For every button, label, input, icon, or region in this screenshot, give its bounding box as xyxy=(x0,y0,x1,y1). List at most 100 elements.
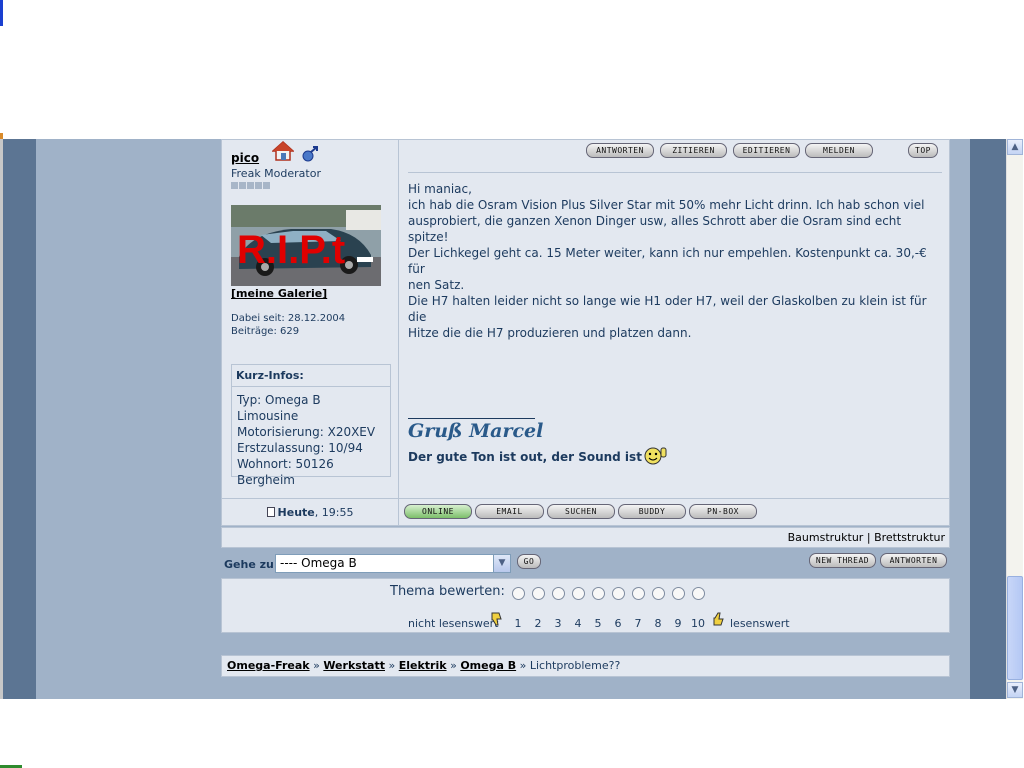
author-username[interactable]: pico xyxy=(231,151,259,165)
rating-number: 3 xyxy=(554,617,562,630)
scroll-down-arrow-icon[interactable]: ▼ xyxy=(1007,682,1023,698)
message-line: nen Satz. xyxy=(408,278,465,292)
short-info-body: Typ: Omega B Limousine Motorisierung: X2… xyxy=(232,387,390,488)
chevron-down-icon[interactable]: ▼ xyxy=(493,555,510,572)
post-count: Beiträge: 629 xyxy=(231,326,300,337)
breadcrumb-elektrik[interactable]: Elektrik xyxy=(399,659,447,672)
info-city: Bergheim xyxy=(237,473,295,487)
thumbs-up-icon xyxy=(713,612,724,626)
left-edge xyxy=(0,139,3,699)
rating-number: 1 xyxy=(514,617,522,630)
rating-label: Thema bewerten: xyxy=(390,584,505,599)
edit-button[interactable]: EDITIEREN xyxy=(733,143,800,158)
signature-name: Gruß Marcel xyxy=(408,420,544,442)
thumbs-up-smiley-icon xyxy=(644,447,667,465)
rating-radio-3[interactable] xyxy=(552,587,565,600)
rating-radio-6[interactable] xyxy=(612,587,625,600)
info-engine: Motorisierung: X20XEV xyxy=(237,425,376,439)
message-line: Hitze die die H7 produzieren und platzen… xyxy=(408,326,692,340)
rating-radio-2[interactable] xyxy=(532,587,545,600)
post-icon xyxy=(266,507,275,517)
author-stats: Dabei seit: 28.12.2004 Beiträge: 629 xyxy=(231,312,345,338)
browser-viewport: pico Freak Moderator R.I.P.t [meine Gale… xyxy=(0,0,1024,768)
online-status-button[interactable]: ONLINE xyxy=(404,504,472,519)
top-button[interactable]: TOP xyxy=(908,143,938,158)
rating-radio-10[interactable] xyxy=(692,587,705,600)
buddy-button[interactable]: BUDDY xyxy=(618,504,686,519)
message-line: ich hab die Osram Vision Plus Silver Sta… xyxy=(408,198,925,212)
short-info-box: Kurz-Infos: Typ: Omega B Limousine Motor… xyxy=(231,364,391,487)
signature-divider xyxy=(408,418,535,419)
scroll-up-arrow-icon[interactable]: ▲ xyxy=(1007,139,1023,155)
thread-rating: Thema bewerten: nicht lesenswert 1 2 3 4… xyxy=(221,578,950,633)
quote-button[interactable]: ZITIEREN xyxy=(660,143,727,158)
author-avatar: R.I.P.t xyxy=(231,205,381,286)
post-date-day: Heute xyxy=(277,506,315,519)
reply-button[interactable]: ANTWORTEN xyxy=(586,143,654,158)
message-line: Hi maniac, xyxy=(408,182,472,196)
post-footer: Heute, 19:55 ONLINE EMAIL SUCHEN BUDDY P… xyxy=(222,498,949,526)
post-date-time: , 19:55 xyxy=(314,506,354,519)
reply-thread-button[interactable]: ANTWORTEN xyxy=(880,553,947,568)
join-date: Dabei seit: 28.12.2004 xyxy=(231,313,346,324)
author-rank: Freak Moderator xyxy=(231,167,321,180)
post-content: ANTWORTEN ZITIEREN EDITIEREN MELDEN TOP … xyxy=(400,140,949,498)
rating-low-label: nicht lesenswert xyxy=(408,617,499,630)
post-date: Heute, 19:55 xyxy=(222,499,399,526)
post-message: Hi maniac, ich hab die Osram Vision Plus… xyxy=(408,181,938,341)
go-button[interactable]: GO xyxy=(517,554,541,569)
breadcrumb-werkstatt[interactable]: Werkstatt xyxy=(323,659,385,672)
board-view-link[interactable]: Brettstruktur xyxy=(874,531,945,544)
email-button[interactable]: EMAIL xyxy=(475,504,544,519)
report-button[interactable]: MELDEN xyxy=(805,143,873,158)
message-line: Die H7 halten leider nicht so lange wie … xyxy=(408,294,927,324)
homepage-icon[interactable] xyxy=(272,141,294,161)
scrollbar-thumb[interactable] xyxy=(1007,576,1023,680)
search-button[interactable]: SUCHEN xyxy=(547,504,615,519)
rating-number: 2 xyxy=(534,617,542,630)
rating-number: 10 xyxy=(691,617,705,630)
info-car-type: Typ: Omega B Limousine xyxy=(237,393,321,423)
breadcrumb-sep: » xyxy=(519,659,527,672)
message-line: Der Lichkegel geht ca. 15 Meter weiter, … xyxy=(408,246,927,276)
breadcrumb-home[interactable]: Omega-Freak xyxy=(227,659,310,672)
male-gender-icon xyxy=(302,146,318,162)
new-thread-button[interactable]: NEW THREAD xyxy=(809,553,876,568)
rating-number: 7 xyxy=(634,617,642,630)
short-info-title: Kurz-Infos: xyxy=(232,365,390,387)
rating-high-label: lesenswert xyxy=(730,617,790,630)
window-edge-marker xyxy=(0,0,3,26)
rating-number: 9 xyxy=(674,617,682,630)
rating-radio-7[interactable] xyxy=(632,587,645,600)
forum-jump-select[interactable]: ---- Omega B ▼ xyxy=(275,554,511,573)
avatar-car-image: R.I.P.t xyxy=(231,205,381,286)
rating-radio-5[interactable] xyxy=(592,587,605,600)
info-residence: Wohnort: 50126 xyxy=(237,457,334,471)
rating-number: 4 xyxy=(574,617,582,630)
gallery-link[interactable]: [meine Galerie] xyxy=(231,287,327,300)
breadcrumb: Omega-Freak » Werkstatt » Elektrik » Ome… xyxy=(221,655,950,677)
vertical-scrollbar[interactable]: ▲ ▼ xyxy=(1006,139,1023,699)
forum-jump-value: ---- Omega B xyxy=(280,556,357,570)
pm-box-button[interactable]: PN-BOX xyxy=(689,504,757,519)
rank-stars xyxy=(231,182,271,189)
view-separator: | xyxy=(866,531,871,544)
breadcrumb-sep: » xyxy=(313,659,320,672)
rating-radio-9[interactable] xyxy=(672,587,685,600)
rating-radio-1[interactable] xyxy=(512,587,525,600)
forum-post: pico Freak Moderator R.I.P.t [meine Gale… xyxy=(221,139,950,526)
rating-radio-8[interactable] xyxy=(652,587,665,600)
view-mode-bar: Baumstruktur | Brettstruktur xyxy=(221,527,950,548)
rating-number: 8 xyxy=(654,617,662,630)
breadcrumb-sep: » xyxy=(388,659,396,672)
breadcrumb-omega-b[interactable]: Omega B xyxy=(460,659,516,672)
message-line: ausprobiert, die ganzen Xenon Dinger usw… xyxy=(408,214,902,244)
rating-radio-4[interactable] xyxy=(572,587,585,600)
post-author-sidebar: pico Freak Moderator R.I.P.t [meine Gale… xyxy=(222,140,399,498)
tree-view-link[interactable]: Baumstruktur xyxy=(788,531,864,544)
breadcrumb-current: Lichtprobleme?? xyxy=(529,659,621,672)
signature-text: Der gute Ton ist out, der Sound ist in xyxy=(408,450,659,464)
info-registration: Erstzulassung: 10/94 xyxy=(237,441,363,455)
thumbs-down-icon xyxy=(491,612,502,626)
goto-label: Gehe zu: xyxy=(224,558,279,571)
